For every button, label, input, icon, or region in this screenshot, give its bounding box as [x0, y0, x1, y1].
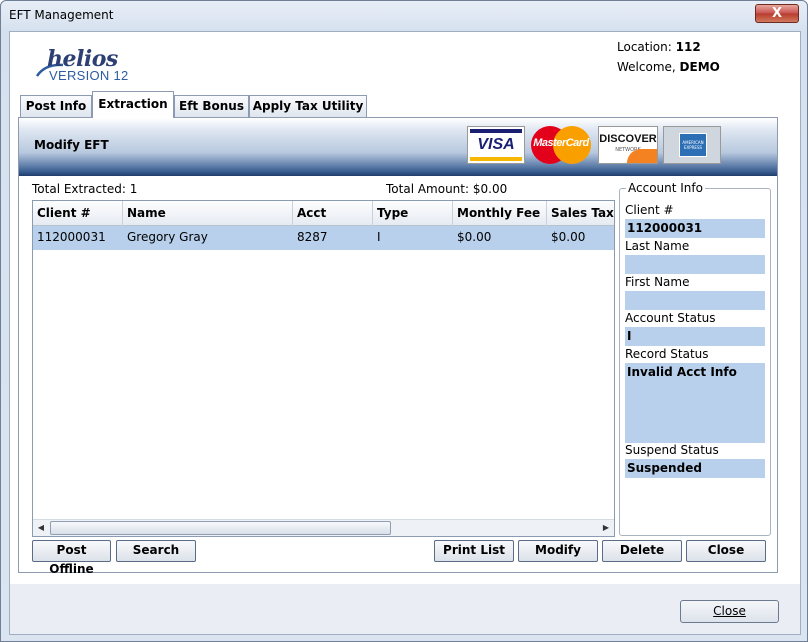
account-status-field[interactable]: I [625, 327, 765, 346]
welcome-value: DEMO [679, 60, 720, 74]
print-list-button[interactable]: Print List [434, 540, 514, 562]
cell-sales-tax: $0.00 [551, 230, 586, 244]
tab-eft-bonus[interactable]: Eft Bonus [174, 95, 249, 117]
tab-extraction[interactable]: Extraction [92, 91, 174, 118]
suspend-status-field[interactable]: Suspended [625, 459, 765, 478]
total-extracted: Total Extracted: 1 [32, 182, 137, 196]
client-area: helios VERSION 12 Location: 112 Welcome,… [9, 31, 801, 635]
post-offline-button[interactable]: Post Offline [32, 540, 111, 576]
logo-version: VERSION 12 [49, 68, 129, 83]
discover-card-icon: DISCOVER NETWORK [598, 126, 658, 164]
scroll-thumb[interactable] [50, 521, 391, 535]
tab-post-info[interactable]: Post Info [20, 95, 92, 117]
record-status-label: Record Status [625, 347, 709, 361]
record-status-field[interactable]: Invalid Acct Info [625, 363, 765, 443]
cell-name: Gregory Gray [127, 230, 208, 244]
eft-management-window: EFT Management X helios VERSION 12 Locat… [0, 0, 808, 642]
suspend-status-label: Suspend Status [625, 443, 719, 457]
location-value: 112 [675, 40, 701, 54]
first-name-field[interactable] [625, 291, 765, 310]
client-field[interactable]: 112000031 [625, 219, 765, 238]
window-close-button[interactable]: X [755, 4, 799, 23]
table-row[interactable]: 112000031 Gregory Gray 8287 I $0.00 $0.0… [33, 226, 614, 250]
cell-client: 112000031 [37, 230, 106, 244]
mastercard-icon: MasterCard [529, 126, 593, 164]
title-bar: EFT Management X [1, 1, 807, 31]
location-label: Location: [617, 40, 672, 54]
close-panel-button[interactable]: Close [686, 540, 766, 562]
last-name-field[interactable] [625, 255, 765, 274]
horizontal-scrollbar[interactable]: ◀ ▶ [33, 519, 614, 536]
account-info-group: Account Info Client # 112000031 Last Nam… [619, 181, 771, 536]
first-name-label: First Name [625, 275, 690, 289]
column-header-monthly-fee[interactable]: Monthly Fee [453, 201, 547, 226]
welcome-label: Welcome, [617, 60, 676, 74]
delete-button[interactable]: Delete [602, 540, 682, 562]
total-extracted-value: 1 [129, 182, 138, 196]
column-header-name[interactable]: Name [123, 201, 293, 226]
total-extracted-label: Total Extracted: [32, 182, 126, 196]
cell-acct: 8287 [297, 230, 328, 244]
extraction-panel: Modify EFT VISA MasterCard DISCOVER NETW… [18, 117, 778, 576]
window-title: EFT Management [9, 8, 114, 22]
account-status-label: Account Status [625, 311, 716, 325]
column-header-acct[interactable]: Acct [293, 201, 373, 226]
last-name-label: Last Name [625, 239, 690, 253]
search-button[interactable]: Search [116, 540, 196, 562]
location-line: Location: 112 [617, 40, 701, 54]
account-info-legend: Account Info [626, 181, 705, 195]
eft-grid[interactable]: Client # Name Acct Type Monthly Fee Sale… [32, 200, 615, 537]
grid-header: Client # Name Acct Type Monthly Fee Sale… [33, 201, 614, 226]
column-header-sales-tax[interactable]: Sales Tax [547, 201, 614, 226]
cell-type: I [377, 230, 381, 244]
welcome-line: Welcome, DEMO [617, 60, 720, 74]
footer-close-button[interactable]: Close [680, 600, 779, 623]
total-amount-label: Total Amount: [386, 182, 470, 196]
visa-card-icon: VISA [467, 126, 525, 164]
column-header-type[interactable]: Type [373, 201, 453, 226]
tab-apply-tax-utility[interactable]: Apply Tax Utility [249, 95, 367, 117]
column-header-client[interactable]: Client # [33, 201, 123, 226]
banner-title: Modify EFT [34, 138, 109, 152]
scroll-right-icon[interactable]: ▶ [598, 520, 614, 536]
total-amount: Total Amount: $0.00 [386, 182, 507, 196]
total-amount-value: $0.00 [472, 182, 508, 196]
helios-logo: helios VERSION 12 [35, 46, 135, 83]
amex-card-icon: AMERICAN EXPRESS [663, 126, 721, 164]
cell-monthly-fee: $0.00 [457, 230, 492, 244]
scroll-left-icon[interactable]: ◀ [33, 520, 49, 536]
modify-eft-banner: Modify EFT VISA MasterCard DISCOVER NETW… [19, 118, 777, 176]
client-label: Client # [625, 203, 674, 217]
footer-close-label: Close [713, 604, 746, 618]
modify-button[interactable]: Modify [518, 540, 598, 562]
